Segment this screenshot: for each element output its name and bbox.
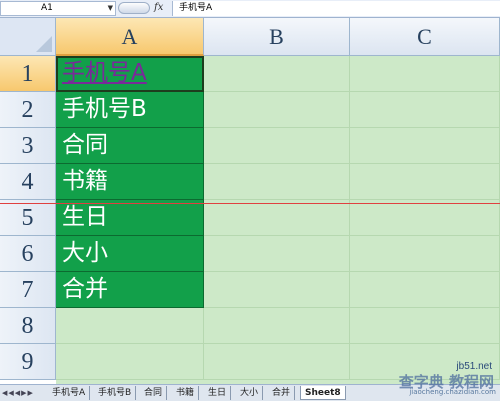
cell-b7[interactable] (204, 272, 350, 308)
cell-a5[interactable]: 生日 (56, 200, 204, 236)
tab-sheet-6[interactable]: 大小 (236, 386, 264, 400)
cell-a6[interactable]: 大小 (56, 236, 204, 272)
cell-a7[interactable]: 合并 (56, 272, 204, 308)
cell-a4[interactable]: 书籍 (56, 164, 204, 200)
formula-input[interactable]: 手机号A (172, 1, 500, 16)
row-header-8[interactable]: 8 (0, 308, 56, 344)
column-header-c[interactable]: C (350, 18, 500, 56)
cell-a1[interactable]: 手机号A (56, 56, 204, 92)
tab-sheet-2[interactable]: 手机号B (94, 386, 137, 400)
column-header-b[interactable]: B (204, 18, 350, 56)
cell-b2[interactable] (204, 92, 350, 128)
cell-grid: 手机号A 手机号B 合同 书籍 生日 大小 合并 (56, 56, 500, 384)
tab-scroll-buttons[interactable]: ◀◀◀▶▶ (2, 386, 34, 400)
cell-c2[interactable] (350, 92, 500, 128)
name-box[interactable]: A1 ▼ (0, 1, 116, 16)
row-header-7[interactable]: 7 (0, 272, 56, 308)
cell-a3[interactable]: 合同 (56, 128, 204, 164)
cell-c6[interactable] (350, 236, 500, 272)
cell-c1[interactable] (350, 56, 500, 92)
select-all-icon (36, 36, 52, 52)
tab-sheet-4[interactable]: 书籍 (172, 386, 200, 400)
annotation-line (0, 203, 500, 204)
tab-sheet-1[interactable]: 手机号A (48, 386, 91, 400)
cell-c4[interactable] (350, 164, 500, 200)
cell-b8[interactable] (204, 308, 350, 344)
cell-c3[interactable] (350, 128, 500, 164)
insert-function-icon[interactable]: fx (154, 1, 163, 15)
row-header-9[interactable]: 9 (0, 344, 56, 380)
tab-sheet-3[interactable]: 合同 (140, 386, 168, 400)
cell-a9[interactable] (56, 344, 204, 380)
formula-buttons: fx (118, 1, 168, 16)
watermark: jb51.net 查字典 教程网 jiaocheng.chazidian.com (358, 361, 498, 396)
row-header-2[interactable]: 2 (0, 92, 56, 128)
row-header-6[interactable]: 6 (0, 236, 56, 272)
cell-b1[interactable] (204, 56, 350, 92)
row-header-5[interactable]: 5 (0, 200, 56, 236)
cell-c8[interactable] (350, 308, 500, 344)
chevron-down-icon[interactable]: ▼ (108, 3, 113, 14)
row-header-4[interactable]: 4 (0, 164, 56, 200)
select-all-corner[interactable] (0, 18, 56, 56)
cell-b5[interactable] (204, 200, 350, 236)
watermark-url: jiaocheng.chazidian.com (409, 388, 496, 396)
formula-expand-handle[interactable] (118, 2, 150, 14)
cell-b9[interactable] (204, 344, 350, 380)
cell-b4[interactable] (204, 164, 350, 200)
cell-b6[interactable] (204, 236, 350, 272)
cell-b3[interactable] (204, 128, 350, 164)
row-header-3[interactable]: 3 (0, 128, 56, 164)
cell-c7[interactable] (350, 272, 500, 308)
formula-bar: A1 ▼ fx 手机号A (0, 0, 500, 18)
cell-a8[interactable] (56, 308, 204, 344)
tab-sheet-7[interactable]: 合并 (268, 386, 296, 400)
name-box-value: A1 (41, 3, 53, 13)
tab-sheet-5[interactable]: 生日 (204, 386, 232, 400)
row-header-1[interactable]: 1 (0, 56, 56, 92)
column-header-a[interactable]: A (56, 18, 204, 56)
tab-sheet-8[interactable]: Sheet8 (300, 386, 346, 400)
cell-a2[interactable]: 手机号B (56, 92, 204, 128)
cell-c5[interactable] (350, 200, 500, 236)
